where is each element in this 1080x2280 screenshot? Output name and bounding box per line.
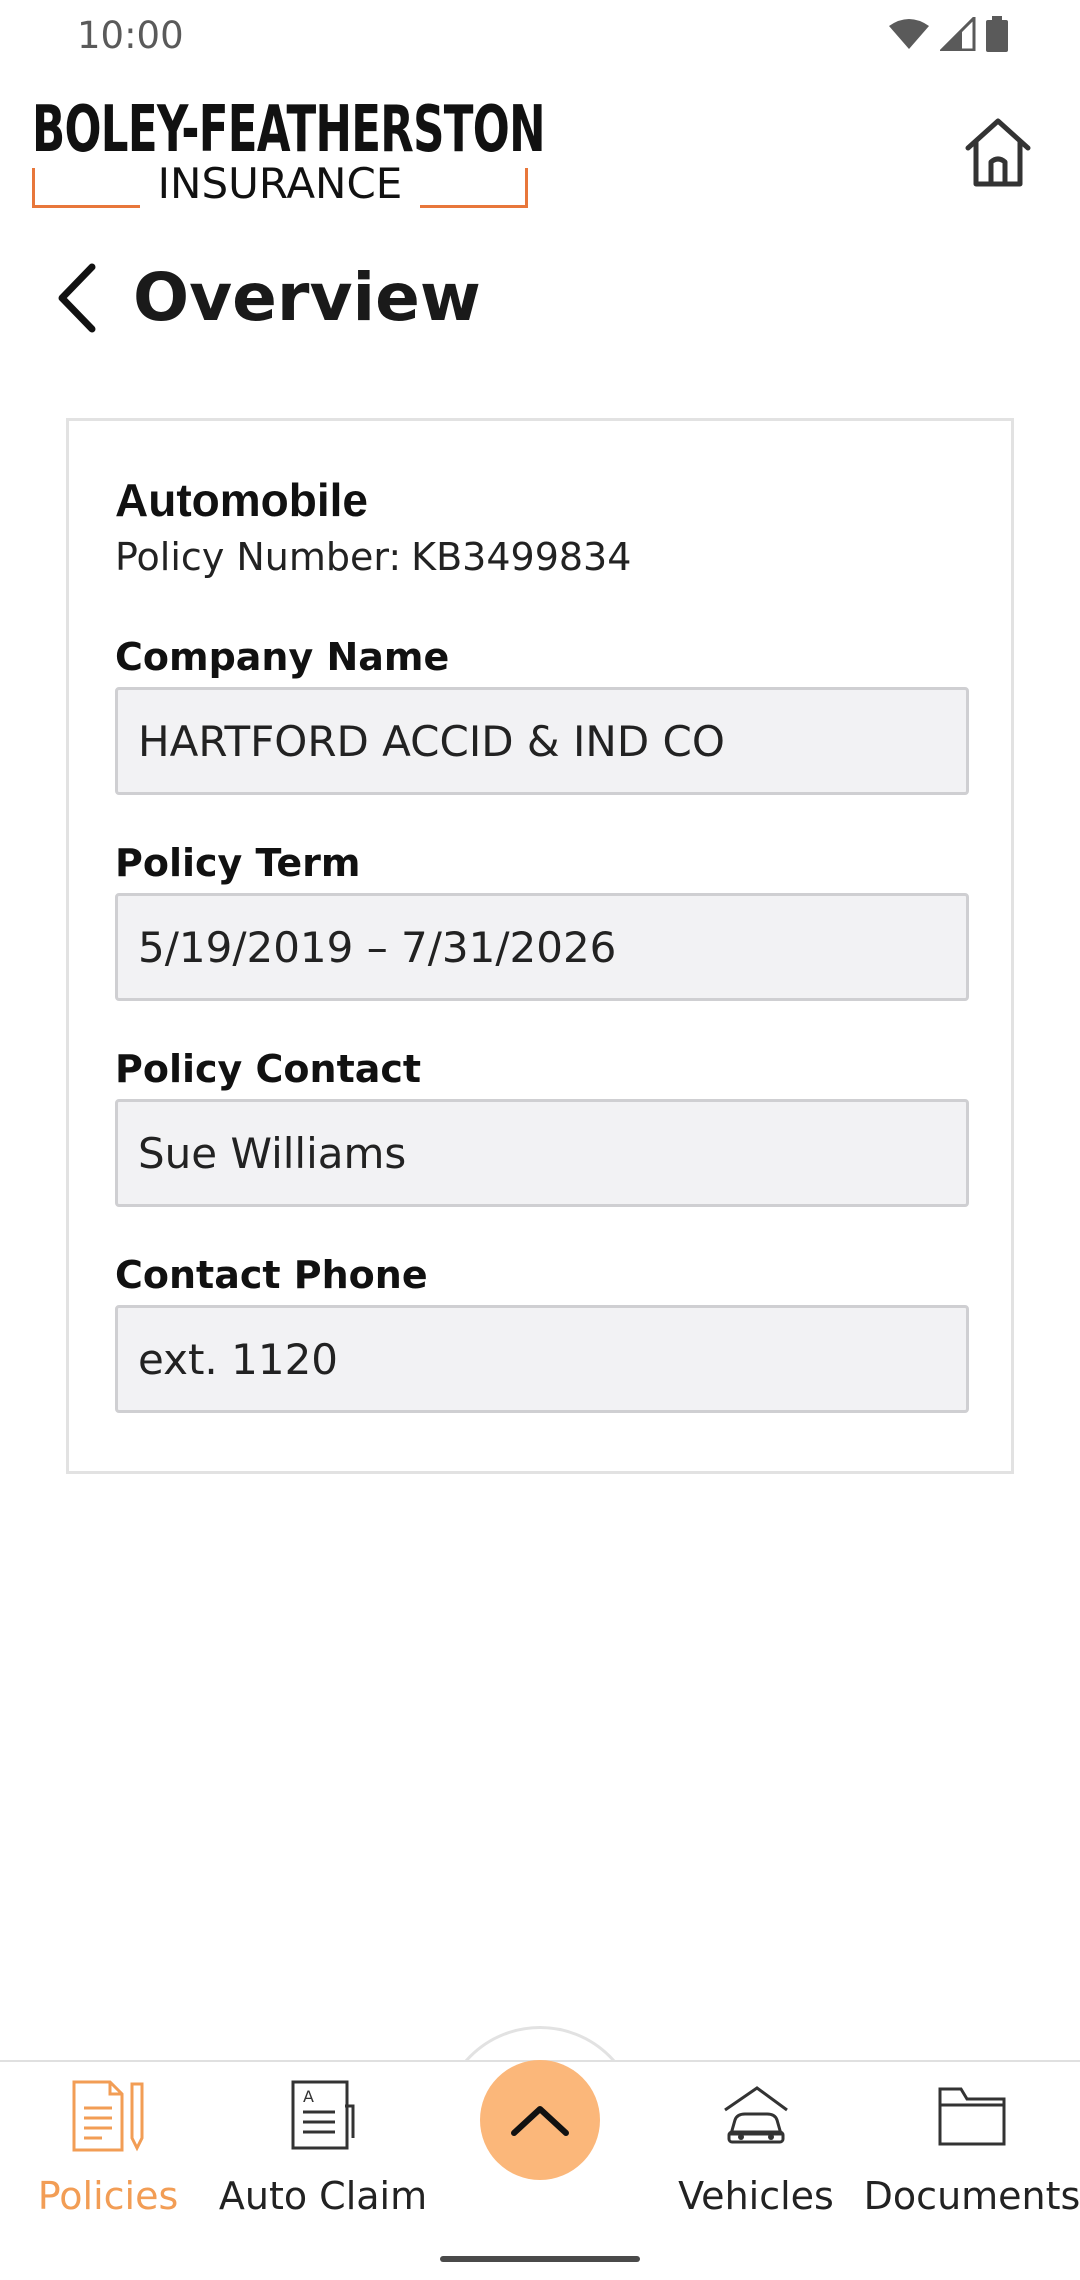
signal-icon	[940, 17, 976, 51]
contact-phone-label: Contact Phone	[115, 1253, 428, 1297]
documents-icon	[932, 2076, 1012, 2156]
policy-number-label: Policy Number:	[115, 535, 402, 579]
logo-text-top: BOLEY-FEATHERSTON	[32, 93, 545, 167]
logo-text-bottom-wrap: INSURANCE	[32, 158, 528, 210]
policy-term-value[interactable]: 5/19/2019 – 7/31/2026	[115, 893, 969, 1001]
contact-phone-value[interactable]: ext. 1120	[115, 1305, 969, 1413]
home-button[interactable]	[956, 110, 1040, 194]
policy-type-title: Automobile	[115, 474, 368, 526]
svg-text:A: A	[303, 2087, 314, 2106]
nav-label-auto-claim: Auto Claim	[218, 2174, 428, 2218]
nav-label-documents: Documents	[863, 2174, 1080, 2218]
nav-label-policies: Policies	[37, 2174, 179, 2218]
nav-item-policies[interactable]: Policies	[3, 2076, 213, 2226]
contact-phone-field: Contact Phone ext. 1120	[115, 1251, 969, 1413]
vehicles-icon	[716, 2076, 796, 2156]
policy-contact-field: Policy Contact Sue Williams	[115, 1045, 969, 1207]
logo-text-bottom: INSURANCE	[139, 159, 421, 208]
wifi-icon	[889, 19, 929, 49]
policy-contact-label: Policy Contact	[115, 1047, 422, 1091]
nav-item-auto-claim[interactable]: A Auto Claim	[218, 2076, 428, 2226]
nav-item-vehicles[interactable]: Vehicles	[651, 2076, 861, 2226]
status-bar: 10:00	[0, 0, 1080, 72]
company-name-label: Company Name	[115, 635, 450, 679]
status-time: 10:00	[77, 14, 184, 57]
policies-icon	[68, 2076, 148, 2156]
battery-icon	[986, 16, 1008, 52]
company-name-value[interactable]: HARTFORD ACCID & IND CO	[115, 687, 969, 795]
policy-term-label: Policy Term	[115, 841, 361, 885]
expand-menu-button[interactable]	[480, 2060, 600, 2180]
app-header: BOLEY-FEATHERSTON INSURANCE	[0, 72, 1080, 232]
policy-contact-value[interactable]: Sue Williams	[115, 1099, 969, 1207]
policy-term-field: Policy Term 5/19/2019 – 7/31/2026	[115, 839, 969, 1001]
auto-claim-icon: A	[283, 2076, 363, 2156]
chevron-left-icon	[58, 263, 96, 333]
company-logo: BOLEY-FEATHERSTON INSURANCE	[32, 93, 545, 212]
policy-card: Automobile Policy Number: KB3499834 Compa…	[66, 418, 1014, 1474]
policy-number: Policy Number: KB3499834	[115, 535, 631, 579]
status-icons	[888, 16, 1008, 52]
nav-label-vehicles: Vehicles	[678, 2174, 834, 2218]
title-row: Overview	[0, 240, 1080, 360]
back-button[interactable]	[44, 258, 108, 338]
company-name-field: Company Name HARTFORD ACCID & IND CO	[115, 633, 969, 795]
chevron-up-icon	[511, 2106, 569, 2136]
home-icon	[965, 118, 1031, 187]
page-title: Overview	[133, 259, 481, 336]
policy-number-value: KB3499834	[411, 535, 632, 579]
gesture-navigation-bar[interactable]	[440, 2256, 640, 2262]
nav-item-documents[interactable]: Documents	[863, 2076, 1080, 2226]
